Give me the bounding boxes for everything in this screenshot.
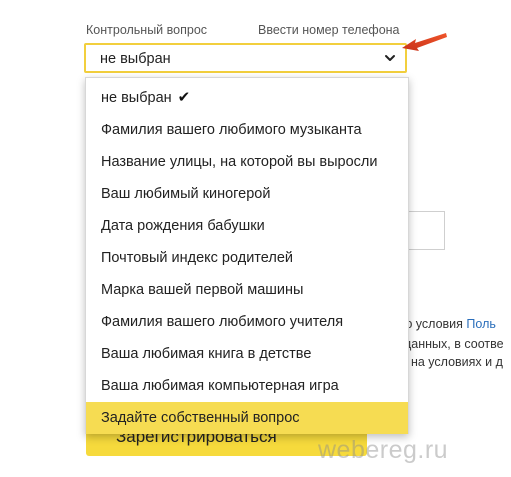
terms-text-line2: данных, в соотве xyxy=(404,337,504,351)
option-movie-hero[interactable]: Ваш любимый киногерой xyxy=(86,178,408,210)
option-custom-question[interactable]: Задайте собственный вопрос xyxy=(86,402,408,434)
security-question-select[interactable]: не выбран xyxy=(84,43,407,73)
option-not-selected[interactable]: не выбран ✔ xyxy=(86,82,408,114)
select-current-value: не выбран xyxy=(100,51,171,67)
option-first-car[interactable]: Марка вашей первой машины xyxy=(86,274,408,306)
checkmark-icon: ✔ xyxy=(177,89,191,106)
watermark: webereg.ru xyxy=(318,436,449,464)
enter-phone-link[interactable]: Ввести номер телефона xyxy=(258,23,400,37)
terms-text-line3: , на условиях и д xyxy=(404,355,503,369)
red-arrow-icon xyxy=(402,33,447,51)
security-question-dropdown[interactable]: не выбран ✔ Фамилия вашего любимого музык… xyxy=(85,77,409,434)
option-musician[interactable]: Фамилия вашего любимого музыканта xyxy=(86,114,408,146)
option-childhood-book[interactable]: Ваша любимая книга в детстве xyxy=(86,338,408,370)
option-street[interactable]: Название улицы, на которой вы выросли xyxy=(86,146,408,178)
security-question-label: Контрольный вопрос xyxy=(86,23,208,37)
option-grandma-birthday[interactable]: Дата рождения бабушки xyxy=(86,210,408,242)
option-parents-zip[interactable]: Почтовый индекс родителей xyxy=(86,242,408,274)
terms-link[interactable]: Поль xyxy=(466,317,495,331)
option-computer-game[interactable]: Ваша любимая компьютерная игра xyxy=(86,370,408,402)
option-teacher[interactable]: Фамилия вашего любимого учителя xyxy=(86,306,408,338)
option-label: не выбран xyxy=(101,90,172,106)
terms-text-line1: аю условия Поль xyxy=(396,317,496,331)
chevron-down-icon xyxy=(385,55,395,61)
